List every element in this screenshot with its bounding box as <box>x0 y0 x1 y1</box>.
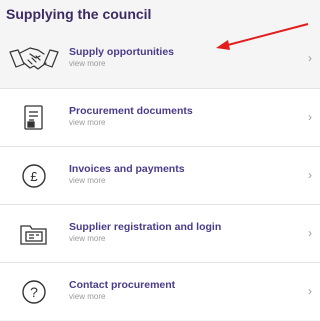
item-title[interactable]: Invoices and payments <box>69 163 185 175</box>
view-more-link[interactable]: view more <box>69 234 105 243</box>
view-more-link[interactable]: view more <box>69 292 105 301</box>
list-item-invoices-and-payments[interactable]: £ Invoices and payments view more › <box>0 146 320 204</box>
document-icon <box>8 101 60 135</box>
item-title[interactable]: Contact procurement <box>69 279 175 291</box>
item-title[interactable]: Procurement documents <box>69 105 193 117</box>
folder-card-icon <box>8 217 60 251</box>
view-more-link[interactable]: view more <box>69 59 105 68</box>
chevron-right-icon: › <box>308 168 312 182</box>
list-item-procurement-documents[interactable]: Procurement documents view more › <box>0 88 320 146</box>
chevron-right-icon: › <box>308 226 312 240</box>
chevron-right-icon: › <box>308 110 312 124</box>
svg-text:?: ? <box>30 284 38 300</box>
list-item-supplier-registration[interactable]: Supplier registration and login view mor… <box>0 204 320 262</box>
annotation-arrow-icon <box>216 23 309 50</box>
item-title[interactable]: Supplier registration and login <box>69 221 221 233</box>
item-title[interactable]: Supply opportunities <box>69 46 174 58</box>
list-item-contact-procurement[interactable]: ? Contact procurement view more › <box>0 262 320 320</box>
link-list: Supply opportunities view more › Procure… <box>0 30 320 320</box>
svg-text:£: £ <box>30 169 38 184</box>
view-more-link[interactable]: view more <box>69 176 105 185</box>
question-icon: ? <box>8 275 60 309</box>
pound-coin-icon: £ <box>8 159 60 193</box>
supplying-council-panel: Supplying the council Supply opportuniti… <box>0 0 320 321</box>
chevron-right-icon: › <box>308 51 312 65</box>
view-more-link[interactable]: view more <box>69 118 105 127</box>
chevron-right-icon: › <box>308 284 312 298</box>
handshake-icon <box>8 42 60 76</box>
